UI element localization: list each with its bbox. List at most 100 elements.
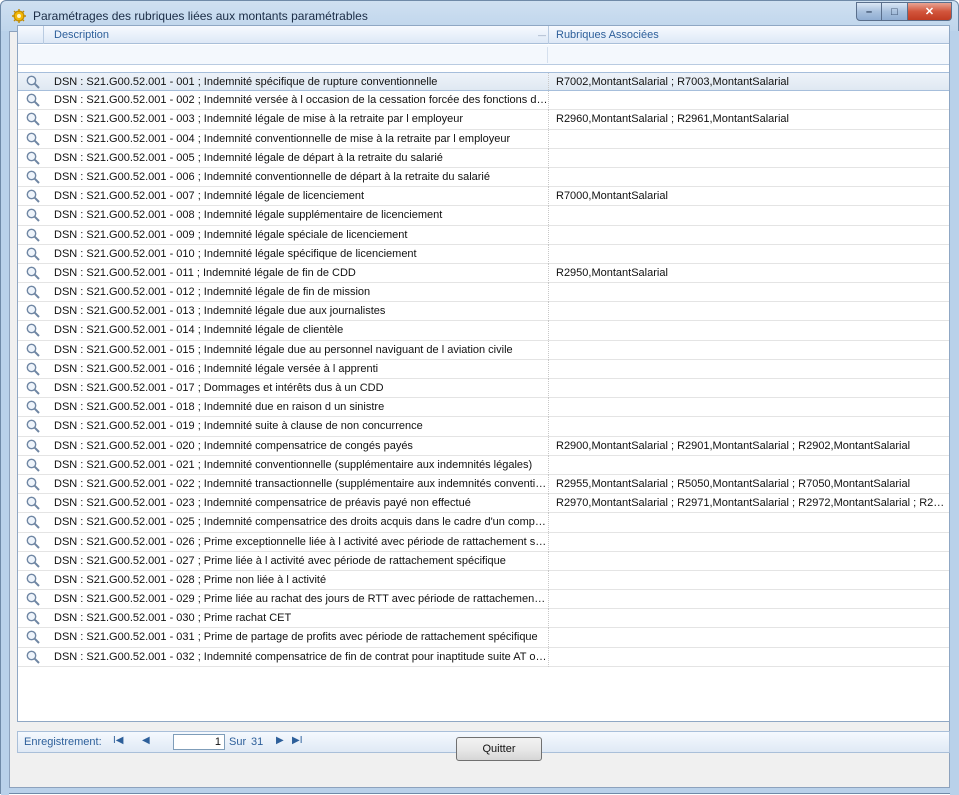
row-description: DSN : S21.G00.52.001 - 030 ; Prime racha… — [44, 609, 549, 629]
table-row[interactable]: DSN : S21.G00.52.001 - 001 ; Indemnité s… — [18, 72, 949, 92]
table-row[interactable]: DSN : S21.G00.52.001 - 006 ; Indemnité c… — [18, 167, 949, 188]
magnifier-icon[interactable] — [25, 399, 41, 415]
magnifier-icon[interactable] — [25, 303, 41, 319]
magnifier-icon[interactable] — [25, 476, 41, 492]
first-record-button[interactable]: I◀ — [113, 735, 123, 746]
magnifier-icon[interactable] — [25, 380, 41, 396]
data-grid[interactable]: Description — Rubriques Associées DSN : … — [17, 25, 950, 722]
row-rubriques — [550, 628, 949, 647]
table-row[interactable]: DSN : S21.G00.52.001 - 010 ; Indemnité l… — [18, 244, 949, 264]
magnifier-icon[interactable] — [25, 284, 41, 300]
magnifier-icon[interactable] — [25, 227, 41, 243]
minimize-button[interactable]: – — [856, 2, 882, 21]
row-description: DSN : S21.G00.52.001 - 007 ; Indemnité l… — [44, 187, 549, 207]
column-header-description[interactable]: Description — [44, 26, 549, 44]
table-row[interactable]: DSN : S21.G00.52.001 - 030 ; Prime racha… — [18, 609, 949, 629]
magnifier-icon[interactable] — [25, 92, 41, 108]
row-rubriques — [550, 245, 949, 264]
previous-record-button[interactable]: ◀ — [142, 735, 150, 746]
table-row[interactable]: DSN : S21.G00.52.001 - 005 ; Indemnité l… — [18, 148, 949, 168]
row-rubriques: R2960,MontantSalarial ; R2961,MontantSal… — [556, 113, 789, 126]
magnifier-icon[interactable] — [25, 188, 41, 204]
last-record-button[interactable]: ▶I — [292, 735, 302, 746]
row-rubriques — [550, 590, 949, 609]
row-rubriques — [550, 360, 949, 379]
table-row[interactable]: DSN : S21.G00.52.001 - 020 ; Indemnité c… — [18, 436, 949, 456]
magnifier-icon[interactable] — [25, 131, 41, 147]
maximize-button[interactable]: □ — [882, 2, 908, 21]
magnifier-icon[interactable] — [25, 591, 41, 607]
magnifier-icon[interactable] — [25, 418, 41, 434]
row-rubriques — [550, 91, 949, 110]
quit-button[interactable]: Quitter — [456, 737, 542, 761]
magnifier-icon[interactable] — [25, 322, 41, 338]
magnifier-icon[interactable] — [25, 438, 41, 454]
table-row[interactable]: DSN : S21.G00.52.001 - 026 ; Prime excep… — [18, 532, 949, 552]
row-rubriques — [550, 168, 949, 187]
filter-rubriques-input[interactable] — [550, 47, 948, 63]
table-row[interactable]: DSN : S21.G00.52.001 - 011 ; Indemnité l… — [18, 263, 949, 284]
table-row[interactable]: DSN : S21.G00.52.001 - 031 ; Prime de pa… — [18, 628, 949, 648]
table-row[interactable]: DSN : S21.G00.52.001 - 009 ; Indemnité l… — [18, 225, 949, 245]
row-description: DSN : S21.G00.52.001 - 017 ; Dommages et… — [44, 379, 549, 398]
magnifier-icon[interactable] — [25, 553, 41, 569]
table-row[interactable]: DSN : S21.G00.52.001 - 008 ; Indemnité l… — [18, 206, 949, 226]
row-description: DSN : S21.G00.52.001 - 025 ; Indemnité c… — [44, 513, 549, 533]
table-row[interactable]: DSN : S21.G00.52.001 - 003 ; Indemnité l… — [18, 110, 949, 130]
table-row[interactable]: DSN : S21.G00.52.001 - 019 ; Indemnité s… — [18, 417, 949, 437]
magnifier-icon[interactable] — [25, 514, 41, 530]
row-description: DSN : S21.G00.52.001 - 022 ; Indemnité t… — [44, 474, 549, 494]
magnifier-icon[interactable] — [25, 649, 41, 665]
table-row[interactable]: DSN : S21.G00.52.001 - 004 ; Indemnité c… — [18, 129, 949, 149]
table-row[interactable]: DSN : S21.G00.52.001 - 025 ; Indemnité c… — [18, 513, 949, 533]
row-description: DSN : S21.G00.52.001 - 031 ; Prime de pa… — [44, 628, 549, 648]
magnifier-icon[interactable] — [25, 361, 41, 377]
table-row[interactable]: DSN : S21.G00.52.001 - 007 ; Indemnité l… — [18, 187, 949, 207]
row-description: DSN : S21.G00.52.001 - 008 ; Indemnité l… — [44, 206, 549, 226]
magnifier-icon[interactable] — [25, 150, 41, 166]
table-row[interactable]: DSN : S21.G00.52.001 - 014 ; Indemnité l… — [18, 321, 949, 341]
magnifier-icon[interactable] — [25, 342, 41, 358]
magnifier-icon[interactable] — [25, 169, 41, 185]
table-row[interactable]: DSN : S21.G00.52.001 - 018 ; Indemnité d… — [18, 398, 949, 418]
magnifier-icon[interactable] — [25, 610, 41, 626]
magnifier-icon[interactable] — [25, 572, 41, 588]
table-row[interactable]: DSN : S21.G00.52.001 - 028 ; Prime non l… — [18, 570, 949, 591]
row-description: DSN : S21.G00.52.001 - 019 ; Indemnité s… — [44, 417, 549, 437]
magnifier-icon[interactable] — [25, 629, 41, 645]
table-row[interactable]: DSN : S21.G00.52.001 - 022 ; Indemnité t… — [18, 474, 949, 495]
table-row[interactable]: DSN : S21.G00.52.001 - 032 ; Indemnité c… — [18, 647, 949, 667]
column-header-rubriques[interactable]: Rubriques Associées — [550, 26, 949, 44]
table-row[interactable]: DSN : S21.G00.52.001 - 023 ; Indemnité c… — [18, 494, 949, 514]
row-rubriques: R2955,MontantSalarial ; R5050,MontantSal… — [556, 477, 911, 490]
table-row[interactable]: DSN : S21.G00.52.001 - 027 ; Prime liée … — [18, 551, 949, 571]
magnifier-icon[interactable] — [25, 495, 41, 511]
next-record-button[interactable]: ▶ — [276, 735, 284, 746]
table-row[interactable]: DSN : S21.G00.52.001 - 021 ; Indemnité c… — [18, 455, 949, 475]
table-row[interactable]: DSN : S21.G00.52.001 - 016 ; Indemnité l… — [18, 359, 949, 379]
row-rubriques: R7000,MontantSalarial — [556, 190, 668, 203]
close-button[interactable]: ✕ — [908, 2, 952, 21]
magnifier-icon[interactable] — [25, 74, 41, 90]
current-record-input[interactable]: 1 — [173, 734, 225, 750]
row-description: DSN : S21.G00.52.001 - 018 ; Indemnité d… — [44, 398, 549, 418]
filter-description-input[interactable] — [44, 47, 548, 63]
table-row[interactable]: DSN : S21.G00.52.001 - 012 ; Indemnité l… — [18, 283, 949, 303]
magnifier-icon[interactable] — [25, 111, 41, 127]
magnifier-icon[interactable] — [25, 207, 41, 223]
table-row[interactable]: DSN : S21.G00.52.001 - 017 ; Dommages et… — [18, 379, 949, 399]
row-rubriques — [550, 533, 949, 552]
table-row[interactable]: DSN : S21.G00.52.001 - 029 ; Prime liée … — [18, 590, 949, 610]
row-rubriques — [550, 379, 949, 398]
row-description: DSN : S21.G00.52.001 - 027 ; Prime liée … — [44, 551, 549, 571]
magnifier-icon[interactable] — [25, 457, 41, 473]
row-description: DSN : S21.G00.52.001 - 012 ; Indemnité l… — [44, 283, 549, 303]
magnifier-icon[interactable] — [25, 534, 41, 550]
table-row[interactable]: DSN : S21.G00.52.001 - 015 ; Indemnité l… — [18, 340, 949, 360]
table-row[interactable]: DSN : S21.G00.52.001 - 002 ; Indemnité v… — [18, 91, 949, 111]
table-row[interactable]: DSN : S21.G00.52.001 - 013 ; Indemnité l… — [18, 302, 949, 322]
row-selector-header[interactable] — [18, 26, 44, 44]
magnifier-icon[interactable] — [25, 265, 41, 281]
row-rubriques — [550, 149, 949, 168]
magnifier-icon[interactable] — [25, 246, 41, 262]
